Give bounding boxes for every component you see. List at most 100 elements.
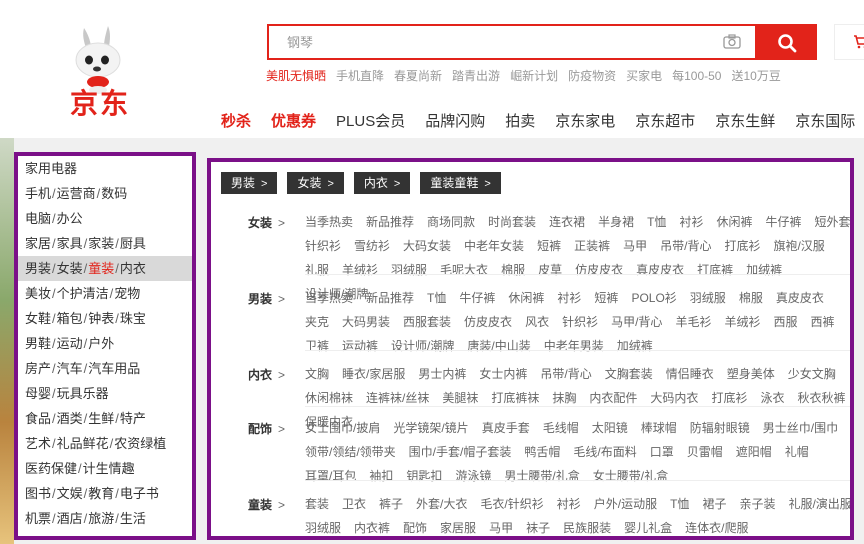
subcategory-link[interactable]: 中老年男装 [544,334,604,358]
subcategory-link[interactable]: 衬衫 [557,286,581,310]
subcategory-link[interactable]: 仿皮皮衣 [464,310,512,334]
subcategory-group-title[interactable]: 配饰 > [248,420,285,437]
subcategory-link[interactable]: T恤 [647,210,666,234]
subcategory-link[interactable]: 西服 [773,310,797,334]
cart-button[interactable] [834,24,864,60]
category-link[interactable]: 房产 [25,361,51,376]
subcategory-link[interactable]: 领带/领结/领带夹 [305,440,396,464]
subcategory-link[interactable]: 女士腰带/礼盒 [593,464,668,488]
category-link[interactable]: 手机 [25,186,51,201]
category-link[interactable]: 艺术 [25,436,51,451]
subcategory-link[interactable]: 设计师/潮牌 [391,334,454,358]
category-link[interactable]: 酒店 [57,511,83,526]
subcategory-link[interactable]: 围巾/手套/帽子套装 [409,440,512,464]
subcategory-link[interactable]: 旗袍/汉服 [773,234,824,258]
subcategory-link[interactable]: 男士内裤 [418,362,466,386]
subcategory-link[interactable]: 半身裙 [598,210,634,234]
subcategory-link[interactable]: 打底裤 [697,258,733,282]
subcategory-link[interactable]: 裤子 [379,492,403,516]
category-link[interactable]: 特产 [120,411,146,426]
category-link[interactable]: 数码 [101,186,127,201]
subcategory-link[interactable]: 遮阳帽 [736,440,772,464]
category-link[interactable]: 钟表 [88,311,114,326]
category-link[interactable]: 食品 [25,411,51,426]
hotword-item[interactable]: 崛新计划 [510,69,558,83]
category-link[interactable]: 计生情趣 [83,461,135,476]
subcategory-link[interactable]: 女士内裤 [479,362,527,386]
subcategory-link[interactable]: 吊带/背心 [540,362,591,386]
subcategory-link[interactable]: 袖扣 [369,464,393,488]
subcategory-link[interactable]: 睡衣/家居服 [342,362,405,386]
hotword-item[interactable]: 美肌无惧晒 [266,69,326,83]
subcategory-link[interactable]: 文胸套装 [605,362,653,386]
subcategory-link[interactable]: 羊绒衫 [342,258,378,282]
subcategory-link[interactable]: 亲子装 [739,492,775,516]
subcategory-link[interactable]: 光学镜架/镜片 [393,416,468,440]
subcategory-link[interactable]: 打底衫 [724,234,760,258]
subcategory-link[interactable]: 内衣裤 [354,516,390,536]
category-link[interactable]: 家居 [25,236,51,251]
category-link[interactable]: 童装 [88,261,114,276]
subcategory-group-title[interactable]: 女装 > [248,214,285,231]
hotword-item[interactable]: 买家电 [626,69,662,83]
subcategory-link[interactable]: T恤 [670,492,689,516]
subcategory-link[interactable]: 仿皮皮衣 [575,258,623,282]
nav-item-coupons[interactable]: 优惠券 [271,113,316,130]
subcategory-link[interactable]: T恤 [427,286,446,310]
subcategory-link[interactable]: 耳罩/耳包 [305,464,356,488]
subcategory-link[interactable]: 卫裤 [305,334,329,358]
subcategory-link[interactable]: 牛仔裤 [459,286,495,310]
search-input[interactable] [269,26,719,58]
category-link[interactable]: 内衣 [120,261,146,276]
category-link[interactable]: 女装 [57,261,83,276]
subcategory-link[interactable]: 游泳镜 [455,464,491,488]
subcategory-link[interactable]: 礼服 [305,258,329,282]
subcategory-link[interactable]: 正装裤 [574,234,610,258]
nav-item-brand-flash[interactable]: 品牌闪购 [425,113,485,130]
subcategory-group-title[interactable]: 童装 > [248,496,285,513]
hotword-item[interactable]: 春夏尚新 [394,69,442,83]
subcategory-link[interactable]: 套装 [305,492,329,516]
subcategory-link[interactable]: 休闲裤 [508,286,544,310]
category-link[interactable]: 宠物 [114,286,140,301]
subcategory-group-title[interactable]: 内衣 > [248,366,285,383]
subcategory-link[interactable]: 牛仔裤 [765,210,801,234]
category-link[interactable]: 电子书 [120,486,159,501]
subcategory-link[interactable]: 休闲裤 [716,210,752,234]
category-link[interactable]: 生活 [120,511,146,526]
subcategory-link[interactable]: 毛呢大衣 [440,258,488,282]
subcategory-link[interactable]: 连衣裙 [549,210,585,234]
category-link[interactable]: 酒类 [57,411,83,426]
subcategory-link[interactable]: 中老年女装 [464,234,524,258]
category-link[interactable]: 机票 [25,511,51,526]
subcategory-link[interactable]: 大码男装 [342,310,390,334]
subcategory-link[interactable]: 商场同款 [427,210,475,234]
subcategory-group-title[interactable]: 男装 > [248,290,285,307]
category-link[interactable]: 旅游 [88,511,114,526]
category-link[interactable]: 个护清洁 [57,286,109,301]
subcategory-link[interactable]: 真皮皮衣 [636,258,684,282]
subcategory-link[interactable]: 贝雷帽 [687,440,723,464]
subcategory-link[interactable]: 棒球帽 [641,416,677,440]
subcategory-link[interactable]: 毛衣/针织衫 [480,492,543,516]
category-link[interactable]: 户外 [88,336,114,351]
category-link[interactable]: 教育 [88,486,114,501]
subcategory-link[interactable]: 针织衫 [305,234,341,258]
subcategory-link[interactable]: 时尚套装 [488,210,536,234]
category-link[interactable]: 生鲜 [88,411,114,426]
hotword-item[interactable]: 防疫物资 [568,69,616,83]
subcategory-link[interactable]: 马甲 [623,234,647,258]
hotword-item[interactable]: 手机直降 [336,69,384,83]
nav-item-international[interactable]: 京东国际 [795,113,855,130]
subcategory-link[interactable]: 情侣睡衣 [666,362,714,386]
popup-tab[interactable]: 内衣 > [353,172,411,194]
subcategory-link[interactable]: 羊绒衫 [724,310,760,334]
subcategory-link[interactable]: 礼帽 [785,440,809,464]
category-link[interactable]: 玩具乐器 [57,386,109,401]
subcategory-link[interactable]: 针织衫 [562,310,598,334]
category-link[interactable]: 家具 [57,236,83,251]
subcategory-link[interactable]: 少女文胸 [788,362,836,386]
nav-item-fresh[interactable]: 京东生鲜 [715,113,775,130]
subcategory-link[interactable]: 连体衣/爬服 [685,516,748,536]
subcategory-link[interactable]: 男士腰带/礼盒 [504,464,579,488]
